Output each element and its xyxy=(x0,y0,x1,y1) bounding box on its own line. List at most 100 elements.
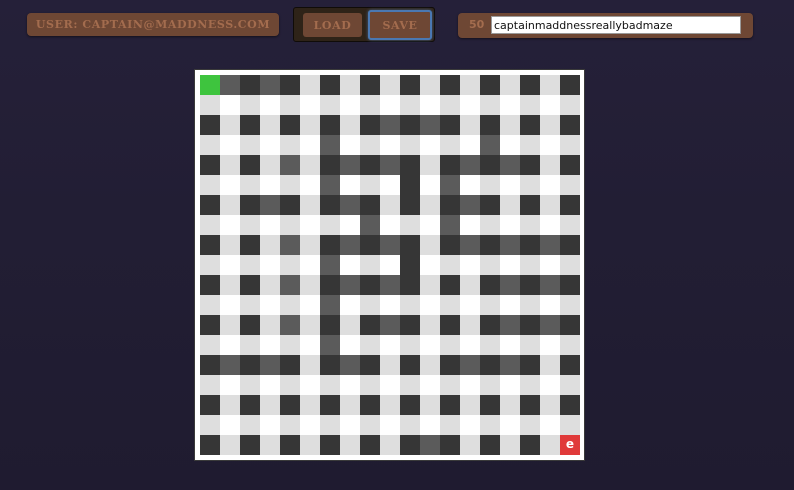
maze-path-cell xyxy=(300,395,320,415)
maze-wall-cell xyxy=(500,275,520,295)
maze-path-cell xyxy=(500,135,520,155)
maze-path-cell xyxy=(540,175,560,195)
maze-path-cell xyxy=(220,375,240,395)
seed-input[interactable] xyxy=(491,16,741,34)
maze-wall-cell xyxy=(280,235,300,255)
maze-path-cell xyxy=(460,275,480,295)
maze-path-cell xyxy=(280,95,300,115)
maze-path-cell xyxy=(380,195,400,215)
maze-wall-cell xyxy=(320,175,340,195)
maze-path-cell xyxy=(460,315,480,335)
maze-path-cell xyxy=(280,375,300,395)
maze-path-cell xyxy=(500,175,520,195)
maze-path-cell xyxy=(560,255,580,275)
maze-path-cell xyxy=(240,95,260,115)
maze-path-cell xyxy=(520,95,540,115)
maze-path-cell xyxy=(440,255,460,275)
maze-path-cell xyxy=(260,395,280,415)
maze-path-cell xyxy=(340,95,360,115)
maze-wall-cell xyxy=(360,435,380,455)
maze-size-label: 50 xyxy=(469,18,485,31)
maze-path-cell xyxy=(280,295,300,315)
maze-path-cell xyxy=(520,375,540,395)
maze-path-cell xyxy=(560,295,580,315)
maze-path-cell xyxy=(420,275,440,295)
maze-wall-cell xyxy=(200,435,220,455)
maze-wall-cell xyxy=(400,75,420,95)
start-cell xyxy=(200,75,220,95)
maze-path-cell xyxy=(480,255,500,275)
maze-path-cell xyxy=(280,215,300,235)
maze-path-cell xyxy=(220,315,240,335)
maze-path-cell xyxy=(540,415,560,435)
maze-wall-cell xyxy=(500,155,520,175)
maze-wall-cell xyxy=(200,315,220,335)
maze-wall-cell xyxy=(240,115,260,135)
maze-wall-cell xyxy=(440,315,460,335)
maze-path-cell xyxy=(220,395,240,415)
maze-path-cell xyxy=(340,135,360,155)
maze-wall-cell xyxy=(480,315,500,335)
maze-path-cell xyxy=(540,195,560,215)
save-button[interactable]: SAVE xyxy=(368,10,432,40)
maze-path-cell xyxy=(460,395,480,415)
maze-path-cell xyxy=(260,135,280,155)
maze-grid[interactable]: e xyxy=(200,75,580,455)
maze-path-cell xyxy=(400,335,420,355)
maze-wall-cell xyxy=(360,235,380,255)
goal-marker: e xyxy=(565,437,575,451)
maze-wall-cell xyxy=(280,395,300,415)
maze-path-cell xyxy=(320,95,340,115)
maze-path-cell xyxy=(500,195,520,215)
maze-wall-cell xyxy=(520,115,540,135)
maze-path-cell xyxy=(260,235,280,255)
maze-path-cell xyxy=(340,115,360,135)
maze-path-cell xyxy=(300,175,320,195)
maze-wall-cell xyxy=(200,395,220,415)
maze-wall-cell xyxy=(480,235,500,255)
maze-path-cell xyxy=(220,155,240,175)
maze-wall-cell xyxy=(400,115,420,135)
maze-path-cell xyxy=(300,235,320,255)
maze-wall-cell xyxy=(440,435,460,455)
maze-path-cell xyxy=(420,195,440,215)
maze-wall-cell xyxy=(340,195,360,215)
maze-path-cell xyxy=(220,175,240,195)
maze-path-cell xyxy=(340,215,360,235)
maze-path-cell xyxy=(560,375,580,395)
maze-wall-cell xyxy=(360,355,380,375)
maze-path-cell xyxy=(260,95,280,115)
maze-path-cell xyxy=(300,115,320,135)
maze-path-cell xyxy=(420,95,440,115)
maze-path-cell xyxy=(500,375,520,395)
maze-path-cell xyxy=(420,175,440,195)
maze-wall-cell xyxy=(560,315,580,335)
maze-wall-cell xyxy=(460,195,480,215)
maze-wall-cell xyxy=(320,395,340,415)
load-button[interactable]: LOAD xyxy=(303,13,362,37)
maze-path-cell xyxy=(240,415,260,435)
maze-path-cell xyxy=(480,295,500,315)
maze-wall-cell xyxy=(240,435,260,455)
maze-wall-cell xyxy=(320,195,340,215)
maze-path-cell xyxy=(300,435,320,455)
maze-wall-cell xyxy=(540,315,560,335)
maze-path-cell xyxy=(360,295,380,315)
maze-path-cell xyxy=(260,255,280,275)
maze-path-cell xyxy=(260,115,280,135)
maze-path-cell xyxy=(540,375,560,395)
maze-path-cell xyxy=(400,135,420,155)
maze-path-cell xyxy=(420,355,440,375)
maze-wall-cell xyxy=(320,315,340,335)
maze-wall-cell xyxy=(440,355,460,375)
maze-path-cell xyxy=(540,75,560,95)
maze-path-cell xyxy=(520,415,540,435)
maze-wall-cell xyxy=(320,335,340,355)
maze-wall-cell xyxy=(200,195,220,215)
user-badge: USER: CAPTAIN@MADDNESS.COM xyxy=(27,13,279,36)
maze-wall-cell xyxy=(380,275,400,295)
maze-path-cell xyxy=(540,295,560,315)
maze-path-cell xyxy=(560,415,580,435)
maze-wall-cell xyxy=(280,195,300,215)
maze-path-cell xyxy=(200,175,220,195)
